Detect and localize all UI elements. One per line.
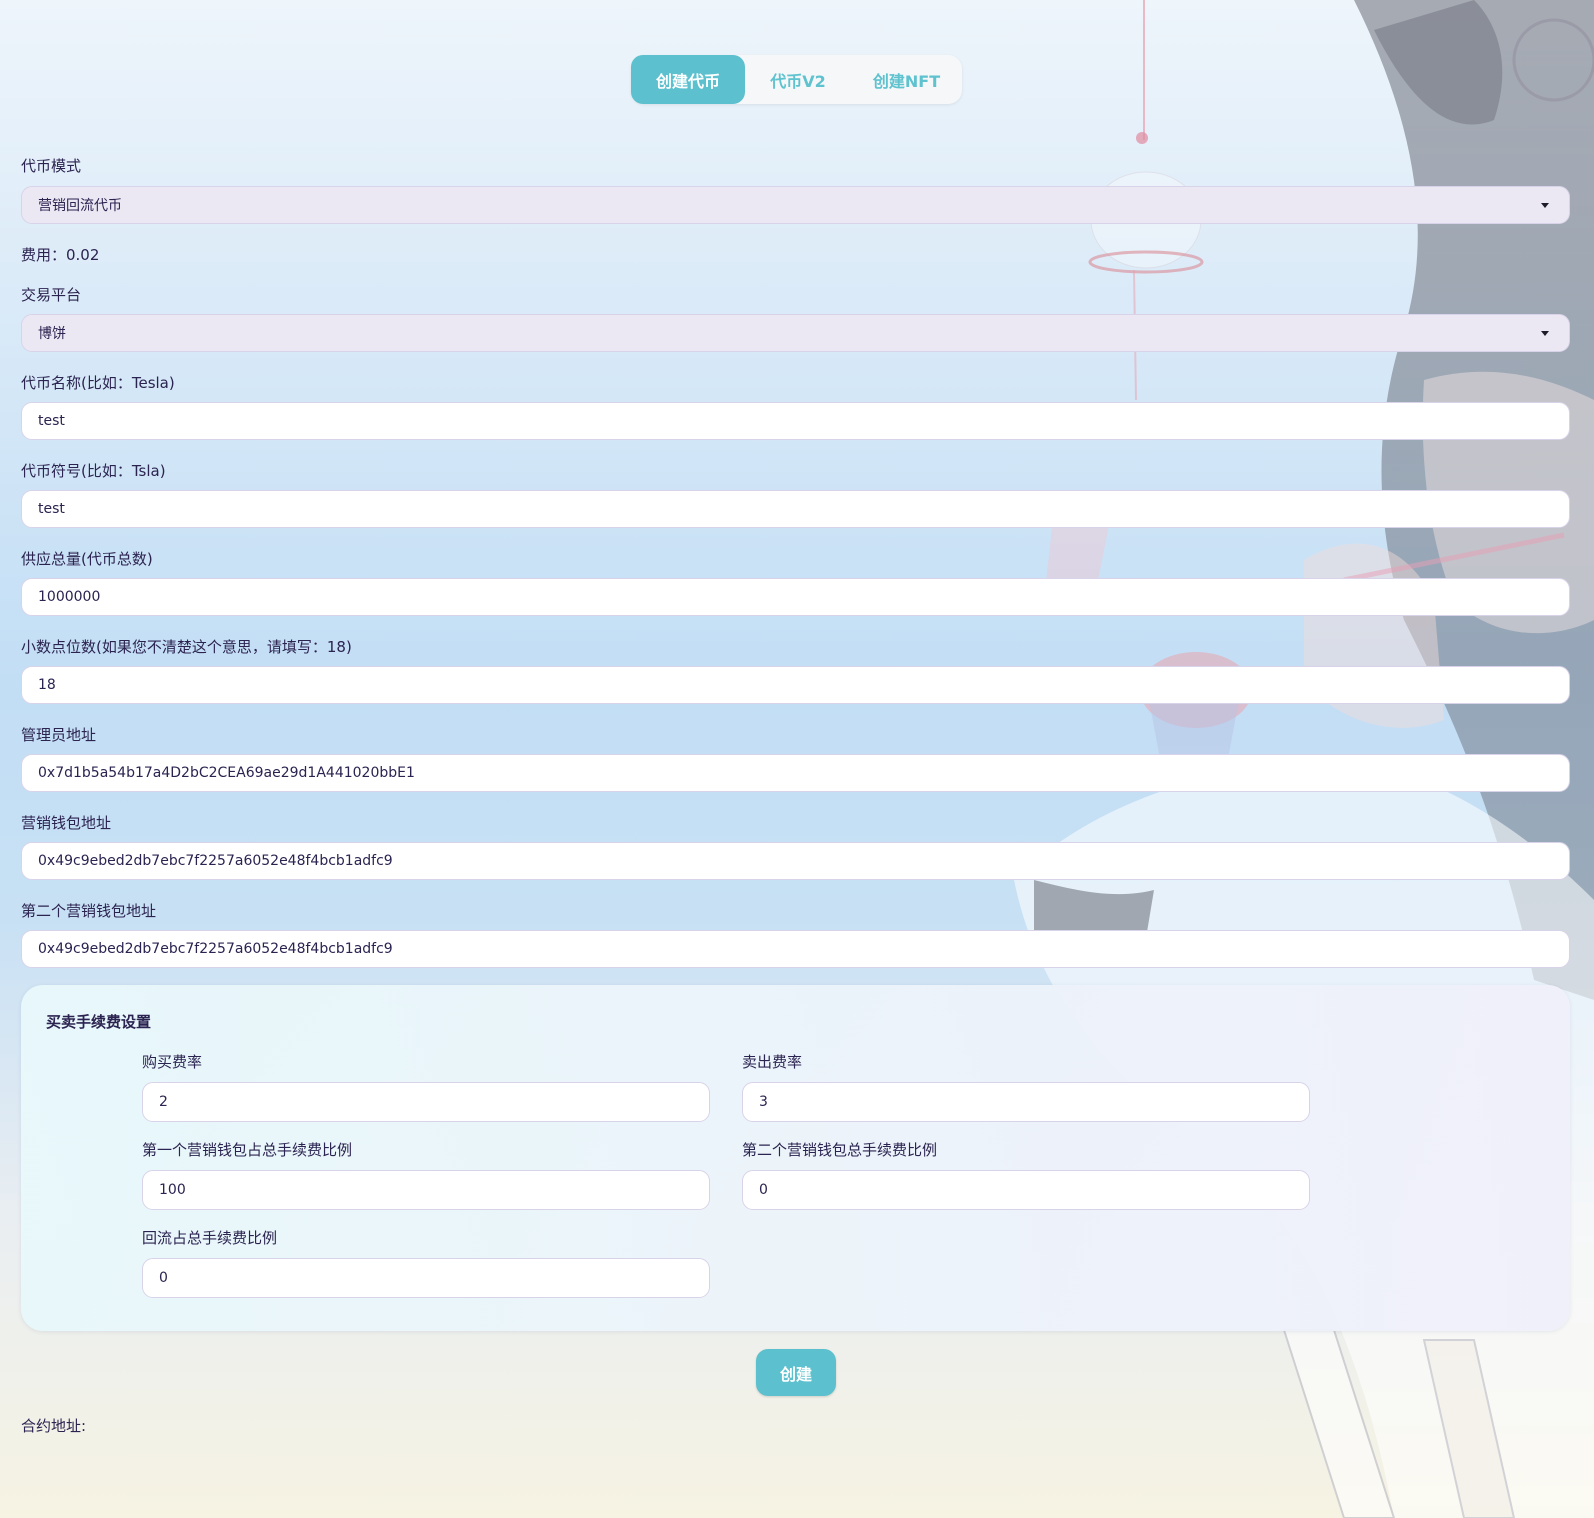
sell-fee-label: 卖出费率 bbox=[742, 1053, 803, 1071]
wallet1-ratio-label: 第一个营销钱包占总手续费比例 bbox=[142, 1141, 353, 1159]
token-mode-select[interactable]: 营销回流代币 bbox=[21, 186, 1570, 224]
tab-create-nft[interactable]: 创建NFT bbox=[851, 55, 962, 104]
sell-fee-input[interactable]: 3 bbox=[742, 1082, 1310, 1122]
token-name-label: 代币名称(比如：Tesla) bbox=[21, 374, 175, 392]
create-token-page: 创建代币 代币V2 创建NFT 代币模式 营销回流代币 费用：0.02 交易平台… bbox=[0, 0, 1594, 1518]
token-name-input[interactable]: test bbox=[21, 402, 1570, 440]
token-mode-value: 营销回流代币 bbox=[38, 198, 122, 214]
token-symbol-label: 代币符号(比如：Tsla) bbox=[21, 462, 166, 480]
create-button[interactable]: 创建 bbox=[756, 1349, 836, 1396]
token-symbol-input[interactable]: test bbox=[21, 490, 1570, 528]
reflow-ratio-label: 回流占总手续费比例 bbox=[142, 1229, 278, 1247]
supply-label: 供应总量(代币总数) bbox=[21, 550, 153, 568]
token-mode-label: 代币模式 bbox=[21, 157, 82, 175]
platform-label: 交易平台 bbox=[21, 286, 82, 304]
caret-down-icon bbox=[1541, 330, 1549, 336]
platform-select[interactable]: 博饼 bbox=[21, 314, 1570, 352]
wallet1-ratio-input[interactable]: 100 bbox=[142, 1170, 710, 1210]
marketing-wallet2-input[interactable]: 0x49c9ebed2db7ebc7f2257a6052e48f4bcb1adf… bbox=[21, 930, 1570, 968]
marketing-wallet-input[interactable]: 0x49c9ebed2db7ebc7f2257a6052e48f4bcb1adf… bbox=[21, 842, 1570, 880]
buy-fee-input[interactable]: 2 bbox=[142, 1082, 710, 1122]
supply-input[interactable]: 1000000 bbox=[21, 578, 1570, 616]
contract-address-label: 合约地址: bbox=[21, 1417, 87, 1435]
marketing-wallet-label: 营销钱包地址 bbox=[21, 814, 112, 832]
tab-create-token[interactable]: 创建代币 bbox=[631, 55, 745, 104]
buy-fee-label: 购买费率 bbox=[142, 1053, 203, 1071]
decimals-input[interactable]: 18 bbox=[21, 666, 1570, 704]
decimals-label: 小数点位数(如果您不清楚这个意思，请填写：18) bbox=[21, 638, 352, 656]
platform-value: 博饼 bbox=[38, 326, 66, 342]
fee-settings-title: 买卖手续费设置 bbox=[46, 1013, 152, 1031]
fee-text: 费用：0.02 bbox=[21, 246, 100, 264]
wallet2-ratio-input[interactable]: 0 bbox=[742, 1170, 1310, 1210]
admin-address-input[interactable]: 0x7d1b5a54b17a4D2bC2CEA69ae29d1A441020bb… bbox=[21, 754, 1570, 792]
tab-token-v2[interactable]: 代币V2 bbox=[745, 55, 851, 104]
reflow-ratio-input[interactable]: 0 bbox=[142, 1258, 710, 1298]
marketing-wallet2-label: 第二个营销钱包地址 bbox=[21, 902, 157, 920]
tab-bar: 创建代币 代币V2 创建NFT bbox=[631, 55, 962, 104]
caret-down-icon bbox=[1541, 202, 1549, 208]
admin-address-label: 管理员地址 bbox=[21, 726, 97, 744]
wallet2-ratio-label: 第二个营销钱包总手续费比例 bbox=[742, 1141, 938, 1159]
